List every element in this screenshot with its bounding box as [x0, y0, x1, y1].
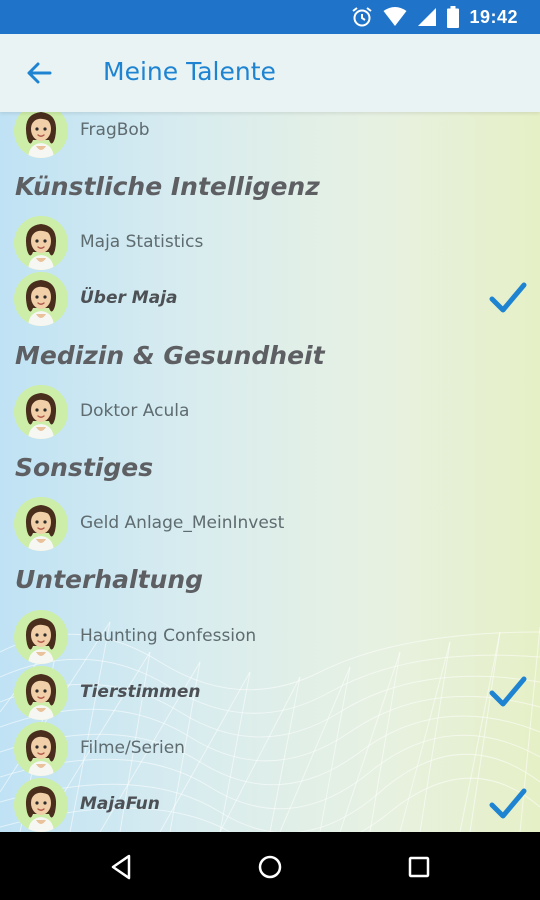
list-item[interactable]: Geld Anlage_MeinInvest: [0, 496, 540, 552]
page-title: Meine Talente: [103, 57, 276, 86]
person-face-icon: [14, 610, 68, 664]
wifi-icon: [383, 7, 407, 26]
home-circle-icon[interactable]: [253, 850, 287, 884]
checkmark-icon[interactable]: [488, 673, 528, 713]
talent-list-area[interactable]: FragBob Künstliche Intelligenz Maja Stat…: [0, 112, 540, 832]
list-item[interactable]: Tierstimmen: [0, 665, 540, 721]
avatar: [14, 272, 68, 326]
list-item[interactable]: Doktor Acula: [0, 384, 540, 440]
person-face-icon: [14, 112, 68, 158]
status-icons: 19:42: [351, 6, 518, 28]
arrow-left-icon[interactable]: [22, 56, 56, 90]
avatar: [14, 610, 68, 664]
person-face-icon: [14, 216, 68, 270]
checkmark-icon[interactable]: [488, 785, 528, 825]
list-item-label: Geld Anlage_MeinInvest: [80, 513, 285, 533]
section-title: Unterhaltung: [15, 565, 204, 594]
person-face-icon: [14, 722, 68, 776]
section-title: Sonstiges: [15, 453, 154, 482]
battery-icon: [447, 6, 460, 28]
back-triangle-icon[interactable]: [104, 850, 138, 884]
avatar: [14, 497, 68, 551]
app-bar: Meine Talente: [0, 34, 540, 112]
list-item-label: MajaFun: [80, 794, 160, 814]
list-item[interactable]: Haunting Confession: [0, 609, 540, 665]
list-item-label: Maja Statistics: [80, 232, 204, 252]
list-item[interactable]: MajaFun: [0, 777, 540, 832]
list-item-label: Über Maja: [80, 288, 178, 308]
list-item[interactable]: Über Maja: [0, 271, 540, 327]
alarm-icon: [352, 7, 373, 27]
list-item-label: Haunting Confession: [80, 626, 257, 646]
person-face-icon: [14, 272, 68, 326]
list-item[interactable]: FragBob: [0, 112, 540, 159]
person-face-icon: [14, 666, 68, 720]
avatar: [14, 722, 68, 776]
avatar: [14, 666, 68, 720]
clock-time: 19:42: [469, 6, 518, 27]
list-item-label: Filme/Serien: [80, 738, 185, 758]
status-bar: 19:42: [0, 0, 540, 34]
list-item-label: Tierstimmen: [80, 682, 201, 702]
person-face-icon: [14, 497, 68, 551]
list-item-label: FragBob: [80, 120, 150, 140]
checkmark-icon[interactable]: [488, 279, 528, 319]
list-item-label: Doktor Acula: [80, 401, 190, 421]
section-title: Medizin & Gesundheit: [15, 341, 325, 370]
list-item[interactable]: Filme/Serien: [0, 721, 540, 777]
system-nav-bar: [0, 832, 540, 900]
avatar: [14, 385, 68, 439]
avatar: [14, 112, 68, 158]
list-item[interactable]: Maja Statistics: [0, 215, 540, 271]
signal-icon: [418, 8, 437, 26]
recents-square-icon[interactable]: [402, 850, 436, 884]
avatar: [14, 778, 68, 832]
person-face-icon: [14, 385, 68, 439]
person-face-icon: [14, 778, 68, 832]
section-title: Künstliche Intelligenz: [15, 172, 320, 201]
avatar: [14, 216, 68, 270]
